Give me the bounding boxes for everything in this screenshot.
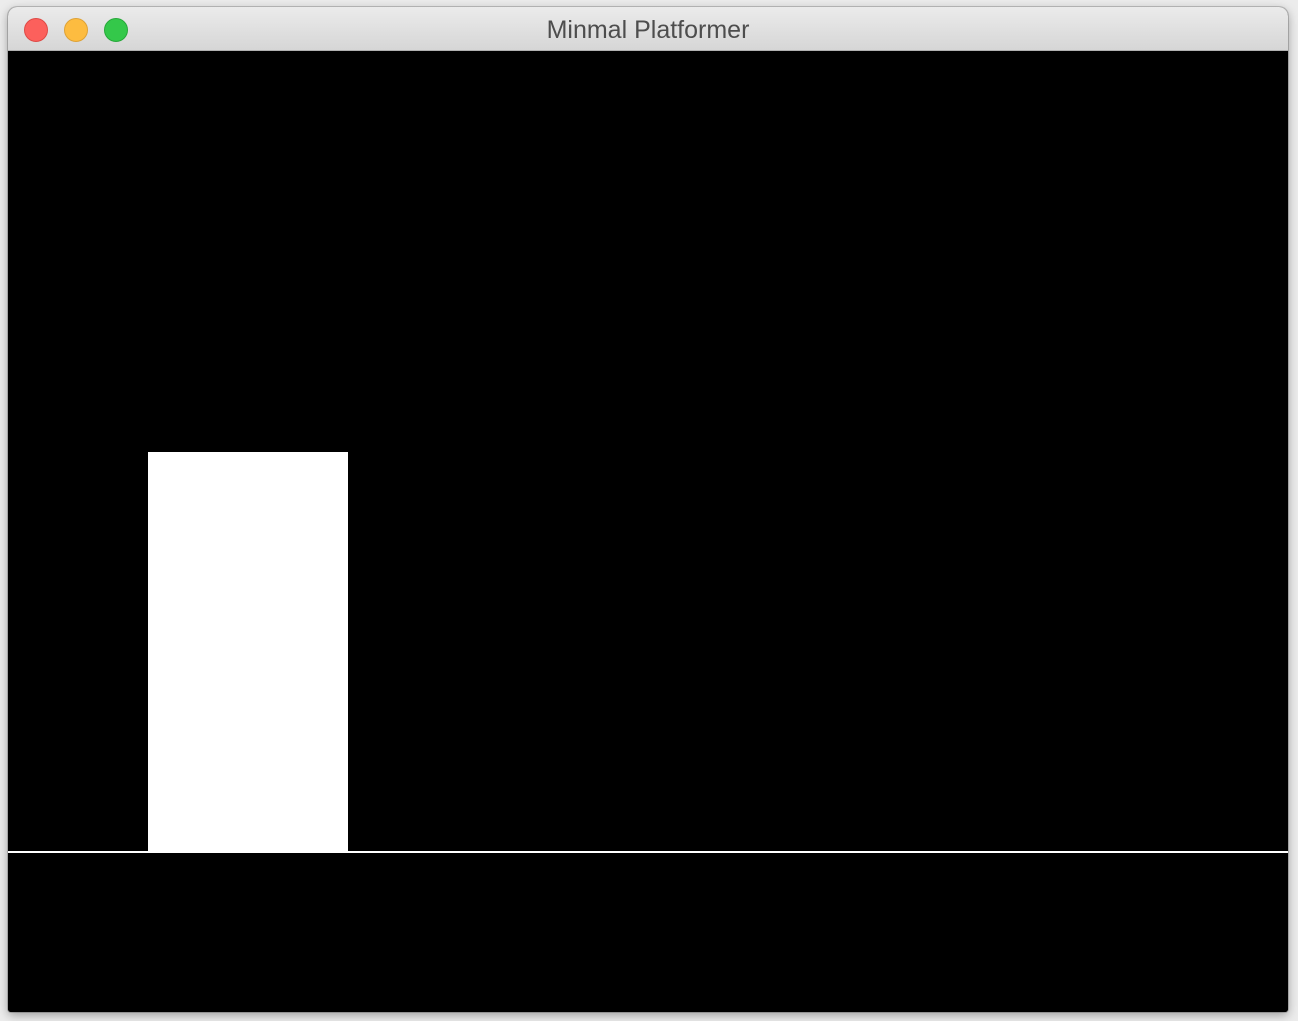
ground-line	[8, 851, 1288, 853]
game-canvas[interactable]	[8, 51, 1288, 1012]
title-bar[interactable]: Minmal Platformer	[8, 7, 1288, 51]
app-window: Minmal Platformer	[8, 7, 1288, 1012]
player-block	[148, 452, 348, 852]
window-title: Minmal Platformer	[546, 16, 750, 44]
